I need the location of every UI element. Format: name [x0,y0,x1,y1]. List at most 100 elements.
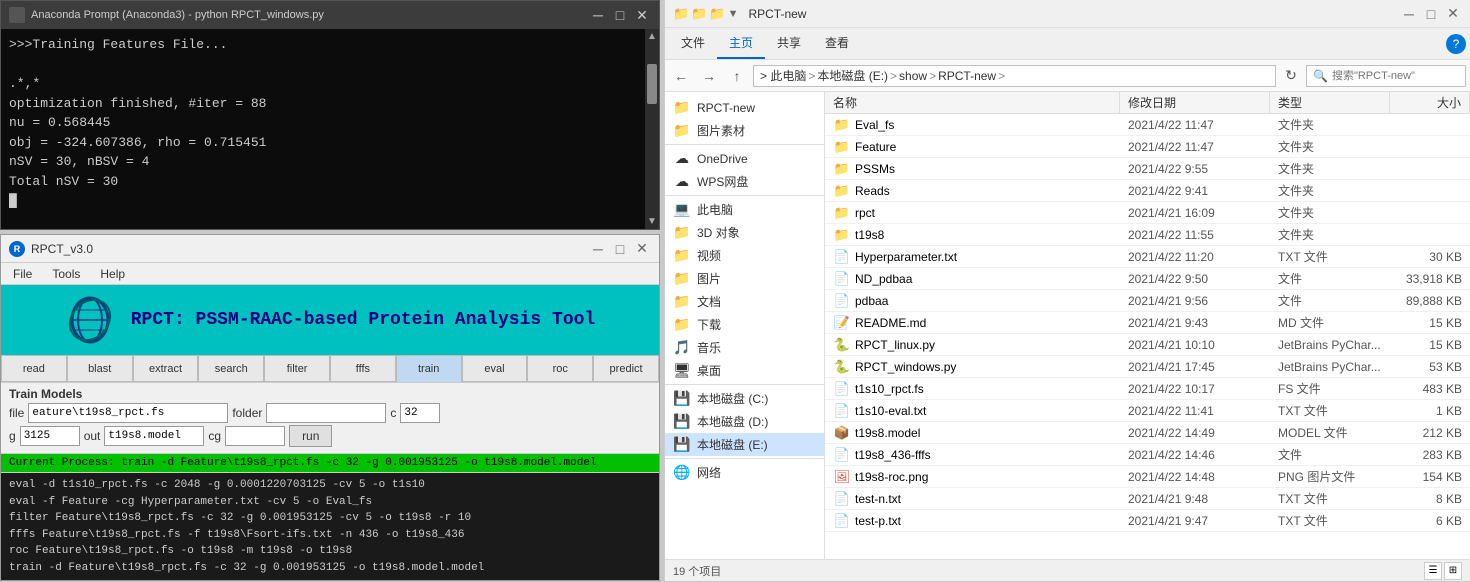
rpct-app-title: RPCT_v3.0 [31,242,93,256]
tool-train[interactable]: train [396,355,462,382]
table-row[interactable]: 📁 Eval_fs 2021/4/22 11:47 文件夹 [825,114,1470,136]
file-type-cell: 文件 [1270,446,1390,463]
run-button[interactable]: run [289,425,332,447]
sidebar-item-onedrive[interactable]: ☁ OneDrive [665,147,824,170]
table-row[interactable]: 📄 test-n.txt 2021/4/21 9:48 TXT 文件 8 KB [825,488,1470,510]
fe-maximize-button[interactable]: □ [1422,5,1440,23]
terminal-minimize-button[interactable]: ─ [589,6,607,24]
table-row[interactable]: 📁 Reads 2021/4/22 9:41 文件夹 [825,180,1470,202]
terminal-close-button[interactable]: ✕ [633,6,651,24]
terminal-maximize-button[interactable]: □ [611,6,629,24]
table-row[interactable]: 📄 test-p.txt 2021/4/21 9:47 TXT 文件 6 KB [825,510,1470,532]
g-input[interactable] [20,426,80,446]
col-header-date[interactable]: 修改日期 [1120,92,1270,113]
file-size-cell: 8 KB [1390,492,1470,506]
file-size-cell: 283 KB [1390,448,1470,462]
scroll-up-arrow[interactable]: ▲ [645,29,659,44]
file-name-text: RPCT_linux.py [855,338,935,352]
sidebar-item-desktop[interactable]: 🖥 桌面 [665,359,824,382]
table-row[interactable]: 📄 t1s10-eval.txt 2021/4/22 11:41 TXT 文件 … [825,400,1470,422]
table-row[interactable]: 📁 PSSMs 2021/4/22 9:55 文件夹 [825,158,1470,180]
tab-view[interactable]: 查看 [813,28,861,59]
menu-tools[interactable]: Tools [48,266,84,282]
fe-close-button[interactable]: ✕ [1444,5,1462,23]
menu-help[interactable]: Help [96,266,129,282]
c-input[interactable] [400,403,440,423]
sidebar-item-drive-e[interactable]: 💾 本地磁盘 (E:) [665,433,824,456]
table-row[interactable]: 🐍 RPCT_linux.py 2021/4/21 10:10 JetBrain… [825,334,1470,356]
sidebar-downloads-icon: 📁 [673,316,691,333]
tool-fffs[interactable]: fffs [330,355,396,382]
address-pc: > 此电脑 [760,67,806,84]
sidebar-item-downloads[interactable]: 📁 下载 [665,313,824,336]
file-name-cell: 📄 test-n.txt [825,491,1120,507]
file-name-text: t19s8.model [855,426,920,440]
sidebar-item-docs[interactable]: 📁 文档 [665,290,824,313]
rpct-log[interactable]: eval -d t1s10_rpct.fs -c 2048 -g 0.00012… [1,473,659,580]
sidebar-item-wps[interactable]: ☁ WPS网盘 [665,170,824,193]
refresh-button[interactable]: ↻ [1280,65,1302,87]
sidebar-item-music[interactable]: 🎵 音乐 [665,336,824,359]
tool-predict[interactable]: predict [593,355,659,382]
col-header-type[interactable]: 类型 [1270,92,1390,113]
menu-file[interactable]: File [9,266,36,282]
cg-input[interactable] [225,426,285,446]
table-row[interactable]: 📁 t19s8 2021/4/22 11:55 文件夹 [825,224,1470,246]
sidebar-item-3d[interactable]: 📁 3D 对象 [665,221,824,244]
tab-home[interactable]: 主页 [717,28,765,59]
file-type-cell: TXT 文件 [1270,402,1390,419]
table-row[interactable]: 📄 ND_pdbaa 2021/4/22 9:50 文件 33,918 KB [825,268,1470,290]
table-row[interactable]: 🖼 t19s8-roc.png 2021/4/22 14:48 PNG 图片文件… [825,466,1470,488]
tool-filter[interactable]: filter [264,355,330,382]
file-input[interactable] [28,403,228,423]
nav-forward-button[interactable]: → [697,64,721,88]
rpct-close-button[interactable]: ✕ [633,240,651,258]
tool-blast[interactable]: blast [67,355,133,382]
tab-file[interactable]: 文件 [669,28,717,59]
table-row[interactable]: 📁 rpct 2021/4/21 16:09 文件夹 [825,202,1470,224]
table-row[interactable]: 📄 pdbaa 2021/4/21 9:56 文件 89,888 KB [825,290,1470,312]
terminal-body[interactable]: >>>Training Features File... .*,* optimi… [1,29,645,229]
address-path[interactable]: > 此电脑 > 本地磁盘 (E:) > show > RPCT-new > [753,65,1276,87]
nav-up-button[interactable]: ↑ [725,64,749,88]
tool-search[interactable]: search [198,355,264,382]
sidebar-item-network[interactable]: 🌐 网络 [665,461,824,484]
search-input[interactable] [1332,70,1452,82]
help-button[interactable]: ? [1446,34,1466,54]
sidebar-item-video[interactable]: 📁 视频 [665,244,824,267]
file-name-text: README.md [855,316,926,330]
col-header-size[interactable]: 大小 [1390,92,1470,113]
terminal-scrollbar[interactable]: ▲ ▼ [645,29,659,229]
scroll-down-arrow[interactable]: ▼ [645,214,659,229]
tool-eval[interactable]: eval [462,355,528,382]
tab-share[interactable]: 共享 [765,28,813,59]
fe-minimize-button[interactable]: ─ [1400,5,1418,23]
rpct-minimize-button[interactable]: ─ [589,240,607,258]
table-row[interactable]: 📄 Hyperparameter.txt 2021/4/22 11:20 TXT… [825,246,1470,268]
sidebar-item-rpct-new[interactable]: 📁 RPCT-new [665,96,824,119]
table-row[interactable]: 📄 t19s8_436-fffs 2021/4/22 14:46 文件 283 … [825,444,1470,466]
sidebar-item-pictures[interactable]: 📁 图片 [665,267,824,290]
table-row[interactable]: 🐍 RPCT_windows.py 2021/4/21 17:45 JetBra… [825,356,1470,378]
sidebar-item-drive-d[interactable]: 💾 本地磁盘 (D:) [665,410,824,433]
sidebar-item-images[interactable]: 📁 图片素材 [665,119,824,142]
table-row[interactable]: 📁 Feature 2021/4/22 11:47 文件夹 [825,136,1470,158]
tool-roc[interactable]: roc [527,355,593,382]
rpct-maximize-button[interactable]: □ [611,240,629,258]
scroll-thumb[interactable] [647,64,657,104]
tool-read[interactable]: read [1,355,67,382]
sidebar-item-this-pc[interactable]: 💻 此电脑 [665,198,824,221]
view-grid-button[interactable]: ⊞ [1444,562,1462,580]
nav-back-button[interactable]: ← [669,64,693,88]
table-row[interactable]: 📦 t19s8.model 2021/4/22 14:49 MODEL 文件 2… [825,422,1470,444]
table-row[interactable]: 📝 README.md 2021/4/21 9:43 MD 文件 15 KB [825,312,1470,334]
tool-extract[interactable]: extract [133,355,199,382]
table-row[interactable]: 📄 t1s10_rpct.fs 2021/4/22 10:17 FS 文件 48… [825,378,1470,400]
address-sep-1: > [808,69,815,83]
view-list-button[interactable]: ☰ [1424,562,1442,580]
sidebar-item-drive-c[interactable]: 💾 本地磁盘 (C:) [665,387,824,410]
folder-input[interactable] [266,403,386,423]
col-header-name[interactable]: 名称 [825,92,1120,113]
out-input[interactable] [104,426,204,446]
search-box[interactable]: 🔍 [1306,65,1466,87]
